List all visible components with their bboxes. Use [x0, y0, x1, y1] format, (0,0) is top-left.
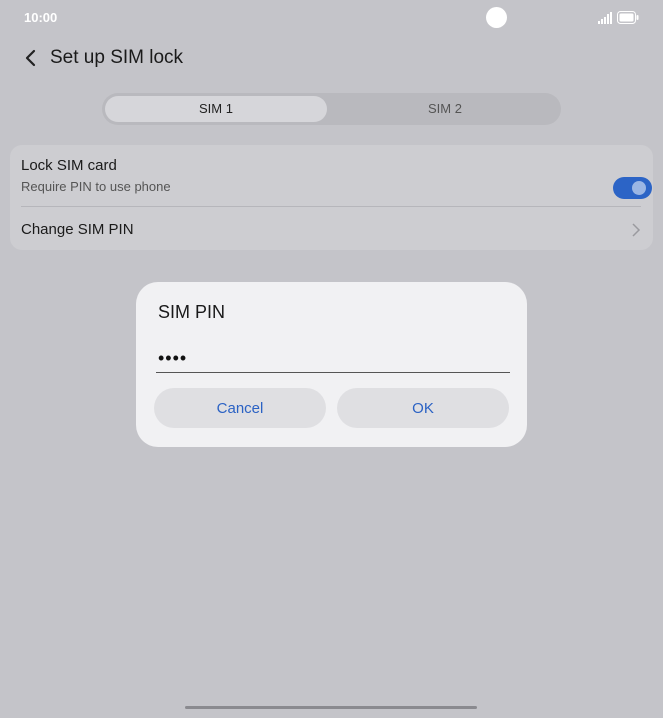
page-title: Set up SIM lock — [50, 47, 184, 68]
home-indicator[interactable] — [185, 706, 477, 709]
tab-sim-1[interactable]: SIM 1 — [105, 96, 327, 122]
status-time: 10:00 — [24, 10, 58, 25]
camera-cutout — [486, 7, 507, 28]
lock-sim-sublabel: Require PIN to use phone — [21, 179, 171, 194]
app-header: Set up SIM lock — [20, 44, 420, 72]
tab-sim-2[interactable]: SIM 2 — [332, 96, 558, 122]
phone-screen: 10:00 Set up SIM lock SIM 1 SIM 2 Lock S… — [0, 0, 663, 718]
lock-sim-toggle[interactable] — [613, 177, 652, 199]
pin-input[interactable] — [156, 344, 510, 373]
battery-icon — [617, 11, 639, 24]
ok-button[interactable]: OK — [337, 388, 509, 428]
sim-tabs: SIM 1 SIM 2 — [102, 93, 561, 125]
back-arrow-icon[interactable] — [20, 46, 42, 70]
settings-card: Lock SIM card Require PIN to use phone C… — [10, 145, 653, 250]
signal-icon — [598, 12, 612, 24]
status-bar: 10:00 — [0, 0, 663, 34]
chevron-right-icon — [632, 223, 641, 237]
change-pin-row[interactable]: Change SIM PIN — [21, 207, 641, 250]
lock-sim-label: Lock SIM card — [21, 157, 117, 174]
dialog-title: SIM PIN — [158, 302, 226, 322]
lock-sim-row[interactable]: Lock SIM card Require PIN to use phone — [21, 157, 652, 203]
sim-pin-dialog: SIM PIN Cancel OK — [136, 282, 527, 447]
change-pin-label: Change SIM PIN — [21, 221, 134, 238]
toggle-knob — [632, 181, 646, 195]
cancel-button[interactable]: Cancel — [154, 388, 326, 428]
